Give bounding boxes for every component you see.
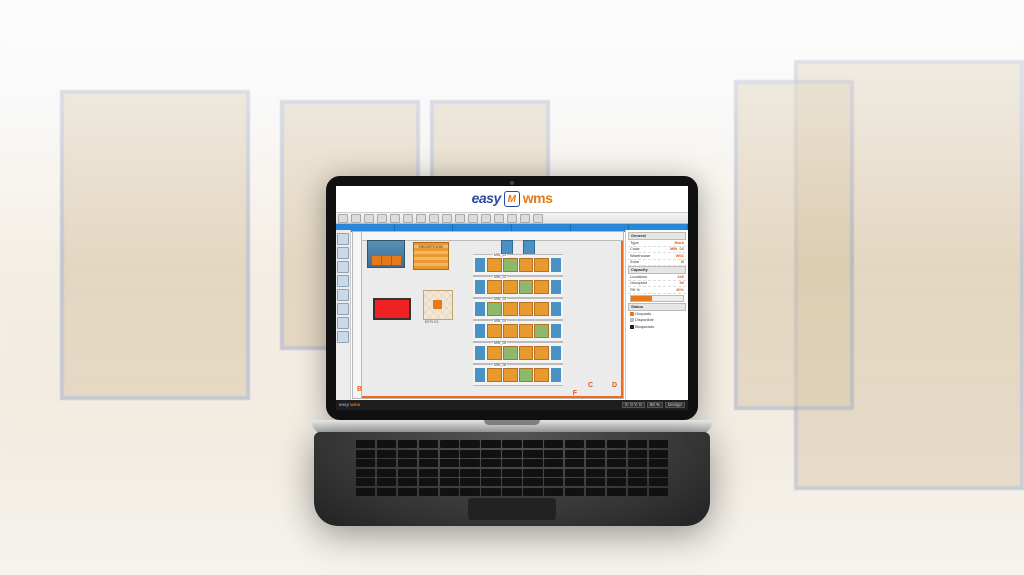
status-mode[interactable]: Design [665,402,685,409]
logo-badge: M [504,191,520,207]
toolbar-redo-button[interactable] [442,214,452,223]
tool-palette [336,230,351,400]
zone-label-F: F [573,390,577,398]
ruler-vertical [353,232,362,398]
toolbar-file-button[interactable] [338,214,348,223]
srm-icon [551,324,561,338]
rack-aisle-6[interactable]: MIN_06 [473,364,563,386]
rack-aisle-1[interactable]: MIN_01 [473,254,563,276]
srm-icon [551,346,561,360]
buffer-zone[interactable] [423,290,453,320]
aisle-5-label: MIN_05 [493,342,507,346]
srm-icon [551,280,561,294]
app-toolbar [336,213,688,224]
tool-buffer[interactable] [337,303,349,315]
dock-building-icon[interactable] [367,240,405,268]
tool-dock[interactable] [337,275,349,287]
laptop-keyboard [314,432,710,526]
status-legend: Ocupado [630,312,684,316]
zone-label-D: D [612,382,617,390]
toolbar-select-button[interactable] [481,214,491,223]
toolbar-save-button[interactable] [364,214,374,223]
srm-icon [475,302,485,316]
properties-panel: General TypeRack CodeMIN_03 WarehouseW01… [625,230,688,400]
keyboard-keys [356,440,668,490]
rack-aisle-3[interactable]: MIN_03 [473,298,563,320]
app-titlebar: easy M wms [336,186,688,213]
tool-srm[interactable] [337,289,349,301]
rack-block: MIN_01 MIN_02 MIN_03 [473,242,563,384]
props-group-status-header[interactable]: Status [628,303,686,311]
toolbar-settings-button[interactable] [533,214,543,223]
dock-door-3 [392,256,401,265]
fill-progressbar [630,295,684,302]
toolbar-paste-button[interactable] [416,214,426,223]
srm-icon [551,368,561,382]
buffer-pallet-icon [433,300,442,309]
aisle-4-label: MIN_04 [493,320,507,324]
tool-conveyor[interactable] [337,261,349,273]
srm-icon [475,258,485,272]
logo-part-easy: easy [472,191,501,206]
app-body: B C D F RECEPCION [336,230,688,400]
srm-icon [551,258,561,272]
zone-label-B: B [357,386,362,394]
zone-label-C: C [588,382,593,390]
toolbar-print-button[interactable] [377,214,387,223]
toolbar-undo-button[interactable] [429,214,439,223]
dock-door-1 [372,256,381,265]
srm-icon [475,280,485,294]
toolbar-pan-button[interactable] [494,214,504,223]
aisle-3-label: MIN_03 [493,298,507,302]
rack-aisle-5[interactable]: MIN_05 [473,342,563,364]
app-logo: easy M wms [472,191,553,207]
srm-icon [475,346,485,360]
srm-icon [475,324,485,338]
aisle-6-label: MIN_06 [493,364,507,368]
reception-label: RECEPCION [419,244,443,249]
dock-door-2 [382,256,391,265]
tool-zone[interactable] [337,317,349,329]
reception-zone[interactable]: RECEPCION [413,242,449,270]
status-coords: X: 0 Y: 0 [622,402,645,409]
logo-part-wms: wms [523,191,553,206]
toolbar-open-button[interactable] [351,214,361,223]
srm-icon [551,302,561,316]
srm-icon [475,368,485,382]
status-legend: Disponible [630,318,684,322]
buffer-label: BTR.01 [425,320,439,324]
toolbar-layers-button[interactable] [507,214,517,223]
webcam-dot [510,181,514,185]
laptop-lid: easy M wms [326,176,698,420]
laptop-trackpad [468,498,556,520]
laptop-mockup: easy M wms [312,176,712,526]
warehouse-floorplan-canvas[interactable]: B C D F RECEPCION [352,231,624,399]
toolbar-zoomout-button[interactable] [468,214,478,223]
status-zoom[interactable]: 68 % [647,402,663,409]
footer-logo: easy wms [339,403,360,408]
toolbar-search-button[interactable] [520,214,530,223]
rack-aisle-4[interactable]: MIN_04 [473,320,563,342]
tool-rack[interactable] [337,247,349,259]
app-screen: easy M wms [336,186,688,410]
tool-measure[interactable] [337,331,349,343]
pallet-truck-icon[interactable] [373,298,411,320]
tool-pointer[interactable] [337,233,349,245]
toolbar-cut-button[interactable] [390,214,400,223]
status-legend: Bloqueado [630,325,684,329]
rack-aisle-2[interactable]: MIN_02 [473,276,563,298]
app-statusbar: easy wms X: 0 Y: 0 68 % Design [336,400,688,410]
aisle-2-label: MIN_02 [493,276,507,280]
aisle-1-label: MIN_01 [493,254,507,258]
toolbar-copy-button[interactable] [403,214,413,223]
prop-row-fill: Fill %40% [628,287,686,293]
toolbar-zoomin-button[interactable] [455,214,465,223]
